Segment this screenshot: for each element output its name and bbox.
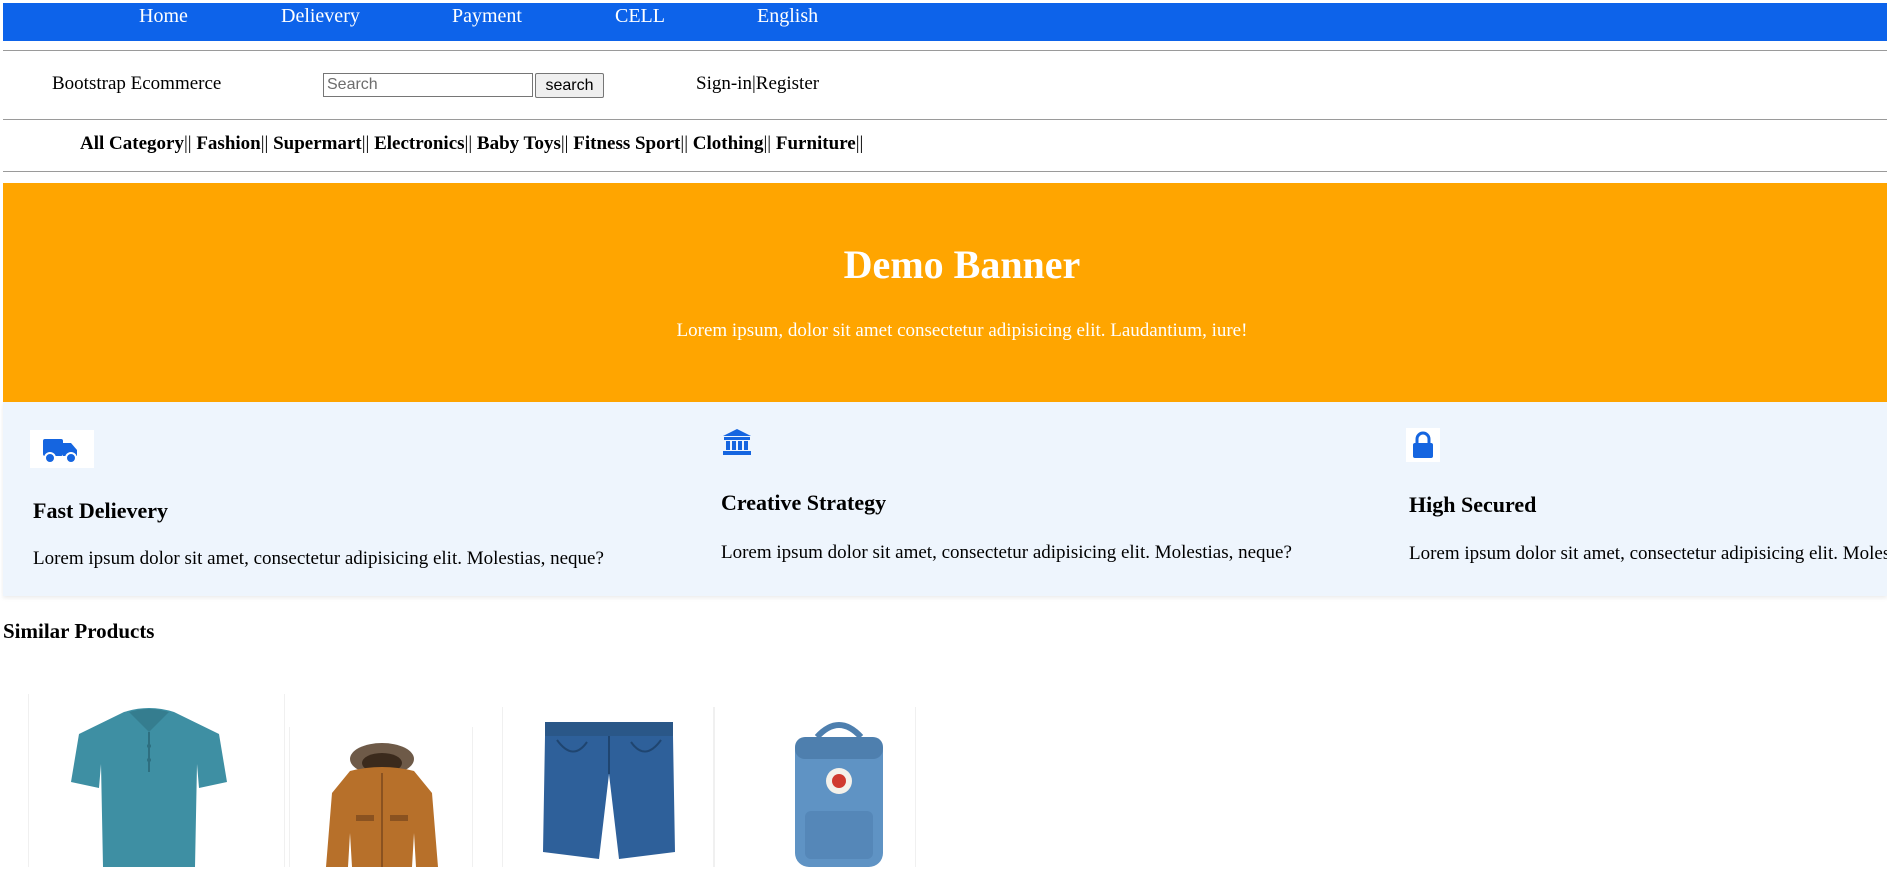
lock-icon xyxy=(1406,428,1440,467)
category-supermart[interactable]: Supermart xyxy=(273,133,362,154)
category-separator: || xyxy=(560,133,569,154)
category-bar: All Category|| Fashion|| Supermart|| Ele… xyxy=(80,133,863,155)
features-section: Fast Delievery Lorem ipsum dolor sit ame… xyxy=(3,402,1887,596)
category-separator: || xyxy=(855,133,864,154)
nav-cell[interactable]: CELL xyxy=(615,5,665,28)
product-card[interactable] xyxy=(289,727,473,867)
demo-banner: Demo Banner Lorem ipsum, dolor sit amet … xyxy=(3,183,1887,402)
nav-home[interactable]: Home xyxy=(139,5,188,28)
category-all[interactable]: All Category xyxy=(80,133,184,154)
category-clothing[interactable]: Clothing xyxy=(693,133,764,154)
nav-english[interactable]: English xyxy=(757,5,818,28)
sign-in-link[interactable]: Sign-in xyxy=(696,73,752,94)
product-card[interactable] xyxy=(502,707,714,867)
feature-title: Creative Strategy xyxy=(721,490,887,515)
brand-name[interactable]: Bootstrap Ecommerce xyxy=(52,73,221,95)
feature-title: High Secured xyxy=(1409,492,1537,517)
category-separator: || xyxy=(260,133,269,154)
product-card[interactable] xyxy=(28,694,285,867)
bank-icon xyxy=(722,428,752,461)
category-fitness-sport[interactable]: Fitness Sport xyxy=(573,133,680,154)
banner-title: Demo Banner xyxy=(843,242,1081,287)
feature-text: Lorem ipsum dolor sit amet, consectetur … xyxy=(721,542,1292,563)
product-card[interactable] xyxy=(714,707,916,867)
category-separator: || xyxy=(763,133,772,154)
divider xyxy=(3,119,1887,120)
banner-subtitle: Lorem ipsum, dolor sit amet consectetur … xyxy=(676,320,1248,341)
category-electronics[interactable]: Electronics xyxy=(374,133,464,154)
category-separator: || xyxy=(183,133,192,154)
register-link[interactable]: Register xyxy=(756,73,819,94)
category-separator: || xyxy=(680,133,688,154)
polo-shirt-image xyxy=(69,704,229,872)
category-separator: || xyxy=(361,133,370,154)
feature-text: Lorem ipsum dolor sit amet, consectetur … xyxy=(1409,543,1887,564)
feature-text: Lorem ipsum dolor sit amet, consectetur … xyxy=(33,548,604,569)
search-button[interactable]: search xyxy=(535,73,604,98)
category-furniture[interactable]: Furniture xyxy=(776,133,856,154)
auth-links: Sign-in|Register xyxy=(696,73,819,95)
nav-payment[interactable]: Payment xyxy=(452,5,522,28)
denim-shorts-image xyxy=(543,722,675,864)
search-input[interactable] xyxy=(323,73,533,97)
top-navbar: Home Delievery Payment CELL English xyxy=(3,3,1887,41)
category-baby-toys[interactable]: Baby Toys xyxy=(477,133,561,154)
divider xyxy=(3,50,1887,51)
jacket-image xyxy=(320,743,445,872)
divider xyxy=(3,171,1887,172)
category-fashion[interactable]: Fashion xyxy=(196,133,260,154)
truck-icon xyxy=(30,430,94,473)
category-separator: || xyxy=(464,133,473,154)
backpack-image xyxy=(789,719,889,872)
similar-products-heading: Similar Products xyxy=(3,619,155,643)
nav-delievery[interactable]: Delievery xyxy=(281,5,360,28)
feature-title: Fast Delievery xyxy=(33,498,168,523)
